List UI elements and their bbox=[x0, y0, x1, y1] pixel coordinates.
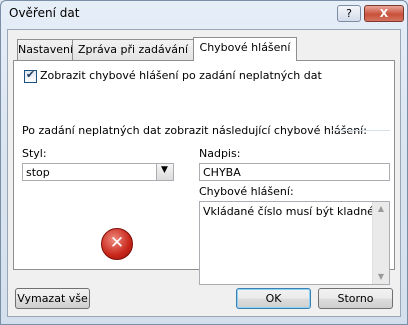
title-value: CHYBA bbox=[203, 166, 241, 179]
message-label: Chybové hlášení: bbox=[199, 185, 294, 198]
message-scrollbar[interactable]: ▲ ▼ bbox=[372, 202, 389, 284]
scroll-up-icon[interactable]: ▲ bbox=[373, 202, 389, 216]
title-label: Nadpis: bbox=[199, 147, 241, 160]
close-icon: X bbox=[379, 7, 389, 20]
scroll-down-icon[interactable]: ▼ bbox=[373, 270, 389, 284]
show-error-checkbox-label[interactable]: Zobrazit chybové hlášení po zadání nepla… bbox=[40, 69, 322, 82]
style-value: stop bbox=[26, 166, 50, 179]
show-error-checkbox[interactable]: ✔ bbox=[24, 68, 37, 83]
dialog-body: Nastavení Zpráva při zadávání Chybové hl… bbox=[7, 29, 401, 317]
style-dropdown-button[interactable]: ▼ bbox=[156, 164, 173, 180]
close-button[interactable]: X bbox=[364, 5, 404, 22]
error-icon: ✕ bbox=[101, 228, 133, 260]
group-divider bbox=[332, 130, 390, 131]
tab-input-message[interactable]: Zpráva při zadávání bbox=[72, 39, 194, 60]
error-alert-panel: ✔ Zobrazit chybové hlášení po zadání nep… bbox=[13, 60, 395, 285]
checkmark-icon: ✔ bbox=[25, 68, 36, 81]
ok-button[interactable]: OK bbox=[236, 288, 311, 309]
tab-settings[interactable]: Nastavení bbox=[17, 39, 73, 60]
style-label: Styl: bbox=[22, 147, 47, 160]
x-mark-icon: ✕ bbox=[109, 233, 125, 253]
group-label: Po zadání neplatných dat zobrazit násled… bbox=[22, 124, 367, 137]
clear-all-button[interactable]: Vymazat vše bbox=[15, 288, 90, 309]
help-icon: ? bbox=[346, 7, 352, 20]
message-value: Vkládané číslo musí být kladné !! bbox=[203, 205, 387, 218]
style-select[interactable]: stop ▼ bbox=[22, 163, 174, 181]
cancel-button[interactable]: Storno bbox=[318, 288, 393, 309]
message-textarea[interactable]: Vkládané číslo musí být kladné !! ▲ ▼ bbox=[199, 201, 390, 285]
title-input[interactable]: CHYBA bbox=[199, 163, 390, 181]
data-validation-dialog: Ověření dat ? X Nastavení Zpráva při zad… bbox=[0, 0, 408, 325]
help-button[interactable]: ? bbox=[337, 5, 361, 22]
chevron-down-icon: ▼ bbox=[161, 165, 168, 175]
window-title: Ověření dat bbox=[9, 6, 80, 20]
tab-error-alert[interactable]: Chybové hlášení bbox=[193, 37, 297, 61]
